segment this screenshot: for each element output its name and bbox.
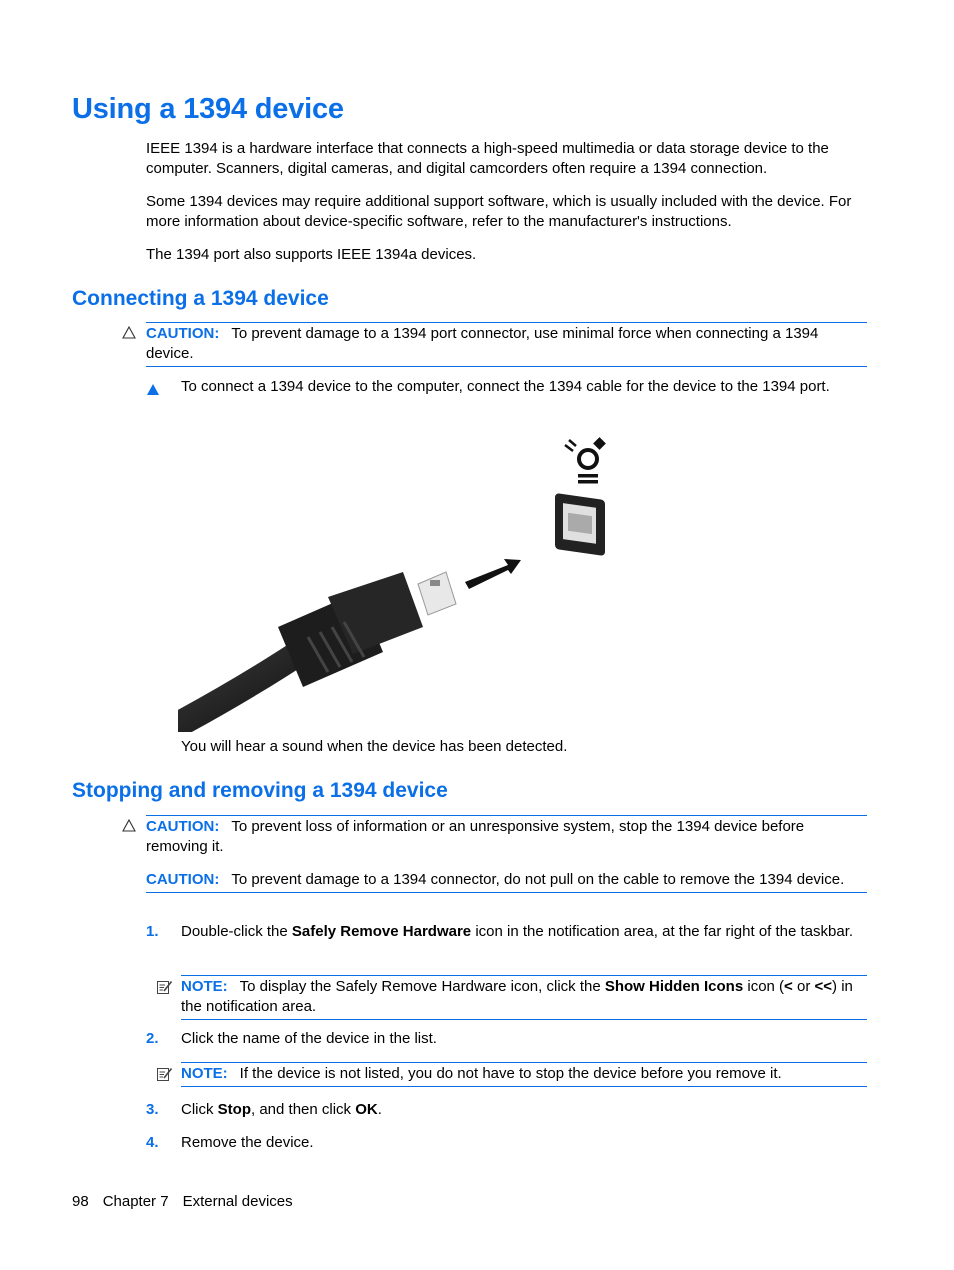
note-row: NOTE: To display the Safely Remove Hardwa…	[157, 977, 867, 1017]
step-2-text: Click the name of the device in the list…	[181, 1030, 437, 1047]
page-number: 98	[72, 1193, 89, 1210]
port-icon	[555, 493, 605, 556]
step-number: 1.	[146, 923, 159, 940]
intro-paragraph-2: Some 1394 devices may require additional…	[146, 193, 852, 230]
page-title: Using a 1394 device	[72, 93, 344, 125]
step-number: 2.	[146, 1030, 159, 1047]
cable-connector-icon	[178, 571, 457, 732]
caution-row: CAUTION: To prevent damage to a 1394 port…	[122, 324, 867, 364]
connect-step-text: To connect a 1394 device to the computer…	[181, 378, 830, 395]
cable-connection-figure	[178, 437, 606, 732]
ui-term: Show Hidden Icons	[604, 978, 744, 995]
chapter-label: Chapter 7	[102, 1193, 169, 1210]
detection-note: You will hear a sound when the device ha…	[181, 738, 568, 755]
step-number: 3.	[146, 1101, 159, 1118]
ui-term: Safely Remove Hardware	[291, 923, 472, 940]
caution-text: To prevent damage to a 1394 connector, d…	[231, 871, 845, 888]
note-box-hidden-icons: NOTE: To display the Safely Remove Hardwa…	[157, 975, 867, 1020]
step-text: , and then click	[251, 1101, 356, 1118]
note-label: NOTE:	[181, 978, 228, 995]
section-heading-connecting: Connecting a 1394 device	[72, 287, 329, 310]
ui-term: <	[784, 978, 793, 995]
step-4-text: Remove the device.	[181, 1134, 314, 1151]
step-text: .	[377, 1101, 382, 1118]
caution-triangle-icon	[122, 326, 136, 339]
caution-row: CAUTION: To prevent damage to a 1394 conn…	[146, 870, 867, 890]
chapter-title: External devices	[182, 1193, 293, 1210]
step-text: Click	[181, 1101, 218, 1118]
step-number: 4.	[146, 1134, 159, 1151]
caution-label: CAUTION:	[146, 871, 220, 888]
caution-label: CAUTION:	[146, 818, 220, 835]
note-text: icon (	[743, 978, 785, 995]
step-bullet-triangle-icon	[147, 384, 159, 395]
ui-term: <<	[814, 978, 833, 995]
intro-paragraph-1: IEEE 1394 is a hardware interface that c…	[146, 140, 829, 177]
caution-text: To prevent damage to a 1394 port connect…	[146, 325, 819, 362]
note-label: NOTE:	[181, 1065, 228, 1082]
ui-term: OK	[355, 1101, 378, 1118]
caution-triangle-icon	[122, 819, 136, 832]
insert-arrow-icon	[465, 559, 521, 589]
intro-paragraph-3: The 1394 port also supports IEEE 1394a d…	[146, 246, 477, 263]
note-text: To display the Safely Remove Hardware ic…	[239, 978, 605, 995]
note-pencil-icon	[157, 1068, 173, 1081]
firewire-symbol-icon	[564, 437, 606, 484]
caution-box-connecting: CAUTION: To prevent damage to a 1394 port…	[122, 322, 867, 367]
note-box-not-listed: NOTE: If the device is not listed, you do…	[157, 1062, 867, 1087]
caution-label: CAUTION:	[146, 325, 220, 342]
note-pencil-icon	[157, 981, 173, 994]
note-text: or	[792, 978, 815, 995]
page-footer: 98 Chapter 7 External devices	[72, 1192, 307, 1212]
section-heading-stopping: Stopping and removing a 1394 device	[72, 779, 448, 802]
step-1-text: Double-click the Safely Remove Hardware …	[181, 922, 871, 942]
caution-box-stopping: CAUTION: To prevent loss of information o…	[122, 815, 867, 893]
caution-text: To prevent loss of information or an unr…	[146, 818, 805, 855]
step-3-text: Click Stop, and then click OK.	[181, 1100, 871, 1120]
note-row: NOTE: If the device is not listed, you do…	[157, 1064, 867, 1084]
step-text: icon in the notification area, at the fa…	[471, 923, 854, 940]
caution-row: CAUTION: To prevent loss of information o…	[122, 817, 867, 857]
note-text: If the device is not listed, you do not …	[239, 1065, 782, 1082]
step-text: Double-click the	[181, 923, 292, 940]
ui-term: Stop	[217, 1101, 251, 1118]
